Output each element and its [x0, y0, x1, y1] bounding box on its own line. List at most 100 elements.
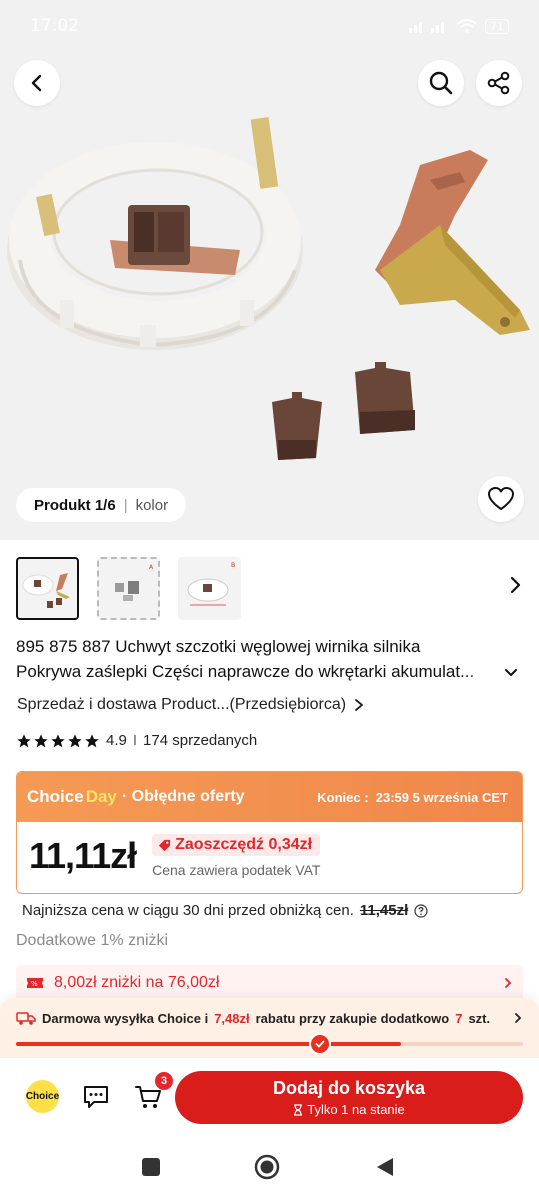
- gallery-counter-pill: Produkt 1/6 | kolor: [16, 488, 187, 522]
- signal-icon: [409, 22, 444, 33]
- cart-button[interactable]: 3: [134, 1072, 173, 1115]
- thumbnail-strip: A B: [16, 556, 523, 620]
- truck-icon: [16, 1012, 36, 1025]
- search-icon: [429, 71, 453, 95]
- shipping-progress-knob: [309, 1033, 332, 1055]
- product-image-gallery[interactable]: 17:02 71 Produkt 1/6 | kolor: [0, 0, 539, 540]
- deal-tagline: · Obłędne oferty: [121, 788, 245, 805]
- thumbnails-next-button[interactable]: [503, 570, 527, 600]
- brand-choice: Choice: [27, 787, 84, 806]
- vat-note: Cena zawiera podatek VAT: [152, 862, 321, 878]
- seller-text: Sprzedaż i dostawa Product...(Przedsiębi…: [17, 696, 347, 713]
- home-circle-icon: [254, 1154, 280, 1180]
- gallery-variant-label: kolor: [135, 496, 169, 514]
- chevron-right-icon: [515, 1013, 522, 1023]
- back-button[interactable]: [14, 60, 60, 106]
- savings-text: Zaoszczędź 0,34zł: [175, 836, 313, 853]
- info-icon[interactable]: [414, 903, 428, 918]
- rating-stars: [16, 733, 100, 749]
- shipping-count: 7: [455, 1010, 463, 1026]
- rating-score: 4.9: [106, 732, 127, 749]
- deal-header: Choice Day · Obłędne oferty Koniec : 23:5…: [17, 772, 522, 822]
- free-shipping-strip[interactable]: Darmowa wysyłka Choice i 7,48zł rabatu p…: [0, 998, 539, 1058]
- star-icon: [34, 733, 48, 747]
- shipping-text-2: rabatu przy zakupie dodatkowo: [255, 1010, 450, 1026]
- thumbnail-1[interactable]: [16, 556, 79, 620]
- chevron-right-icon: [505, 978, 512, 988]
- product-title-line-2: Pokrywa zaślepki Części naprawcze do wkr…: [16, 659, 504, 684]
- seller-link[interactable]: Sprzedaż i dostawa Product...(Przedsiębi…: [17, 696, 366, 714]
- bottom-action-bar: Choice 3 Dodaj do koszyka Tylko 1 na sta…: [0, 1058, 539, 1136]
- lowest-price-value: 11,45zł: [359, 902, 409, 919]
- shipping-text-1: Darmowa wysyłka Choice i: [42, 1010, 209, 1026]
- savings-badge: Zaoszczędź 0,34zł: [152, 834, 321, 856]
- chat-icon: [84, 1086, 108, 1108]
- thumbnail-3[interactable]: B: [178, 556, 241, 620]
- svg-text:A: A: [149, 564, 154, 571]
- svg-text:%: %: [31, 980, 38, 988]
- shipping-progress-bar: [16, 1033, 523, 1055]
- lowest-price-text: Najniższa cena w ciągu 30 dni przed obni…: [22, 902, 354, 919]
- shipping-amount: 7,48zł: [214, 1010, 250, 1026]
- add-to-cart-label: Dodaj do koszyka: [272, 1078, 426, 1098]
- check-icon: [315, 1040, 325, 1048]
- share-icon: [487, 71, 510, 95]
- hourglass-icon: [294, 1103, 303, 1116]
- star-icon: [85, 733, 99, 747]
- chevron-right-icon: [510, 576, 521, 594]
- choice-day-deal-card: Choice Day · Obłędne oferty Koniec : 23:5…: [16, 771, 523, 894]
- thumbnail-image: B: [187, 562, 235, 605]
- chevron-left-icon: [31, 74, 42, 92]
- price: 11,11zł: [29, 835, 137, 876]
- product-title: 895 875 887 Uchwyt szczotki węglowej wir…: [16, 634, 516, 684]
- chevron-right-icon: [355, 699, 363, 711]
- message-button[interactable]: [82, 1084, 110, 1115]
- shipping-progress-fill: [16, 1042, 402, 1046]
- star-icon: [68, 733, 82, 747]
- triangle-back-icon: [377, 1158, 393, 1176]
- coupon-text: 8,00zł zniżki na 76,00zł: [54, 974, 220, 991]
- sold-count: 174 sprzedanych: [143, 732, 258, 749]
- battery-icon: 71: [485, 18, 509, 34]
- deal-body: 11,11zł Zaoszczędź 0,34zł Cena zawiera p…: [17, 822, 522, 890]
- chevron-down-icon: [505, 669, 517, 676]
- savings-block: Zaoszczędź 0,34zł Cena zawiera podatek V…: [152, 834, 321, 878]
- status-time: 17:02: [30, 16, 79, 36]
- system-navigation-bar: [0, 1136, 539, 1200]
- gallery-separator: |: [123, 496, 128, 514]
- expand-title-button[interactable]: [503, 664, 519, 685]
- status-icons: 71: [409, 18, 509, 34]
- square-icon: [142, 1158, 160, 1176]
- thumbnail-2[interactable]: A: [97, 556, 160, 620]
- thumbnail-image: A: [115, 564, 154, 601]
- lowest-price-note: Najniższa cena w ciągu 30 dni przed obni…: [22, 902, 428, 919]
- deal-ends-time: 23:59 5 września CET: [375, 789, 508, 805]
- coupon-banner[interactable]: % 8,00zł zniżki na 76,00zł: [16, 965, 523, 1001]
- rating-divider: I: [132, 732, 138, 749]
- coupon-icon: %: [27, 978, 43, 988]
- stock-note-text: Tylko 1 na stanie: [307, 1102, 405, 1117]
- wishlist-button[interactable]: [478, 476, 524, 522]
- star-icon: [51, 733, 65, 747]
- status-bar: 17:02 71: [0, 0, 539, 52]
- product-title-line-1: 895 875 887 Uchwyt szczotki węglowej wir…: [16, 637, 421, 656]
- deal-ends-label: Koniec :: [317, 789, 369, 805]
- search-button[interactable]: [418, 60, 464, 106]
- share-button[interactable]: [476, 60, 522, 106]
- recents-button[interactable]: [140, 1156, 162, 1183]
- price-tag-icon: [159, 839, 171, 851]
- gallery-counter: Produkt 1/6: [34, 496, 116, 514]
- brand-day: Day: [85, 787, 117, 806]
- choice-day-brand: Choice Day · Obłędne oferty: [27, 787, 245, 807]
- svg-text:B: B: [231, 562, 235, 569]
- rating-row[interactable]: 4.9 I 174 sprzedanych: [16, 732, 257, 749]
- thumbnail-image: [22, 572, 70, 608]
- choice-store-button[interactable]: Choice: [26, 1080, 59, 1113]
- back-nav-button[interactable]: [374, 1156, 396, 1183]
- free-shipping-row: Darmowa wysyłka Choice i 7,48zł rabatu p…: [16, 1010, 523, 1026]
- wifi-icon: [457, 19, 477, 33]
- add-to-cart-button[interactable]: Dodaj do koszyka Tylko 1 na stanie: [175, 1071, 523, 1124]
- stock-note: Tylko 1 na stanie: [293, 1102, 405, 1117]
- home-button[interactable]: [254, 1154, 280, 1185]
- heart-icon: [488, 487, 514, 510]
